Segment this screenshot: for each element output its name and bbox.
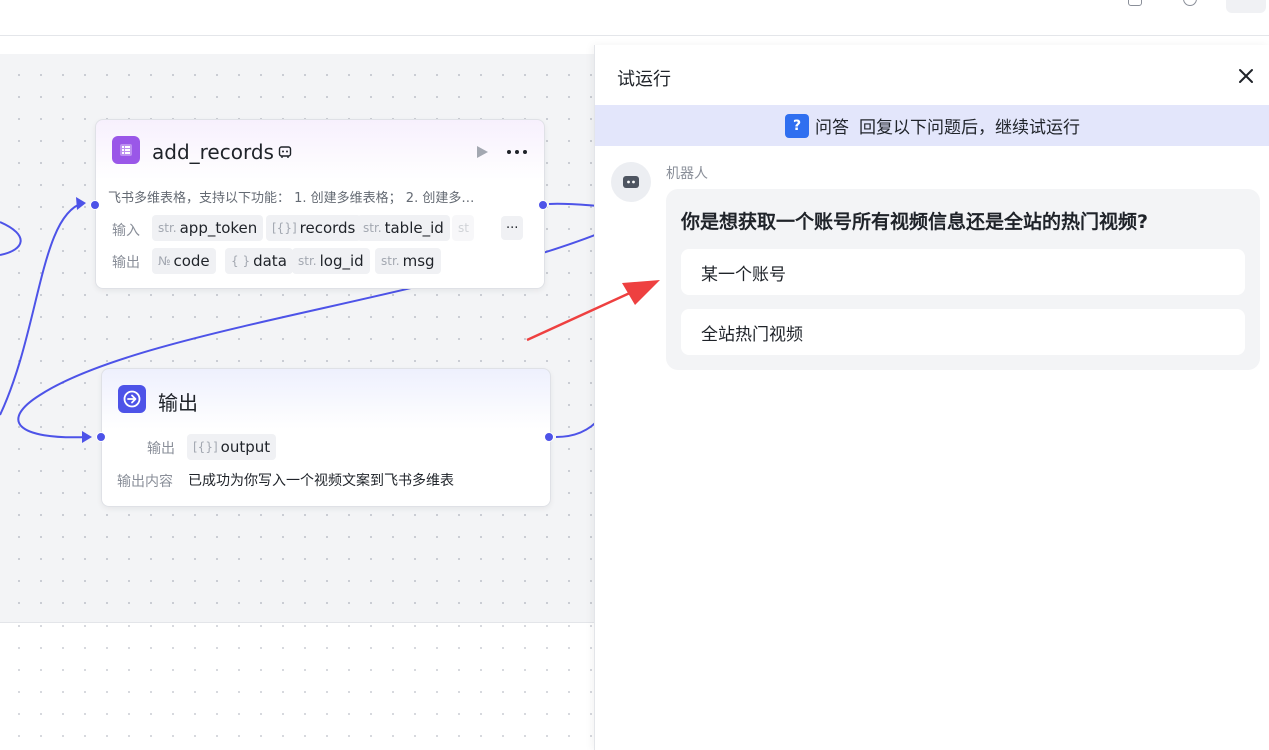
edge-into-add-records [0,202,84,416]
input-param-tag: [{}] records [266,215,362,241]
edge-add-records-out [548,202,600,207]
panel-title: 试运行 [617,69,671,90]
output-row-label: 输出 [112,255,140,271]
input-param-tag: str. app_token [152,215,264,241]
more-inputs-button[interactable]: ··· [501,216,524,240]
output-param-tag: { } data [225,248,293,274]
question-icon: ? [785,113,809,138]
bot-avatar [611,162,651,202]
input-port[interactable] [96,432,106,442]
plugin-icon [278,146,292,158]
node-add-records[interactable]: add_records 飞书多维表格，支持以下功能： 1. 创建多维表格； 2.… [90,119,548,289]
input-port[interactable] [90,200,100,210]
output-content-value: 已成功为你写入一个视频文案到飞书多维表 [188,473,454,489]
close-icon[interactable] [1235,65,1257,87]
output-param-tag: № code [152,248,216,274]
top-action-button[interactable] [1226,0,1266,13]
answer-option[interactable]: 全站热门视频 [681,309,1245,355]
qa-banner-text: 回复以下问题后，继续试运行 [859,118,1080,138]
node-output[interactable]: 输出 输出 [{}] output 输出内容 已成功为你写入一个视频文案到飞书多维… [96,368,554,507]
qa-tag: 问答 [815,118,849,138]
input-param-tag: str. table_id [357,215,450,241]
edge-arrowhead [76,197,86,210]
node-title: 输出 [158,391,198,415]
input-row-label: 输入 [112,223,140,239]
answer-option[interactable]: 某一个账号 [681,249,1245,295]
test-run-panel: 试运行 ? 问答 回复以下问题后，继续试运行 机器人 你是想获取一个账号所有视频… [594,45,1269,750]
table-icon [112,136,140,164]
run-node-icon[interactable] [474,144,490,160]
node-title: add_records [152,140,274,164]
help-icon[interactable] [1183,0,1197,6]
edge-arrowhead [82,431,92,443]
output-var-tag: [{}] output [187,434,277,460]
output-row-label: 输出 [147,441,175,457]
output-param-tag: str. log_id [292,248,370,274]
more-options-icon[interactable] [506,144,528,160]
input-param-tag-truncated: st [452,215,474,241]
bot-icon [623,176,639,188]
sender-name: 机器人 [666,166,708,182]
output-param-tag: str. msg [375,248,441,274]
edge-left-loop [0,221,22,256]
qa-banner: ? 问答 回复以下问题后，继续试运行 [595,105,1269,146]
output-port[interactable] [538,200,548,210]
output-port[interactable] [544,432,554,442]
output-content-label: 输出内容 [117,474,173,490]
doc-icon[interactable] [1128,0,1142,6]
node-description: 飞书多维表格，支持以下功能： 1. 创建多维表格； 2. 创建多… [108,191,475,206]
output-node-icon [118,385,146,413]
question-text: 你是想获取一个账号所有视频信息还是全站的热门视频? [681,211,1149,233]
message-bubble: 你是想获取一个账号所有视频信息还是全站的热门视频? 某一个账号 全站热门视频 [666,189,1260,370]
